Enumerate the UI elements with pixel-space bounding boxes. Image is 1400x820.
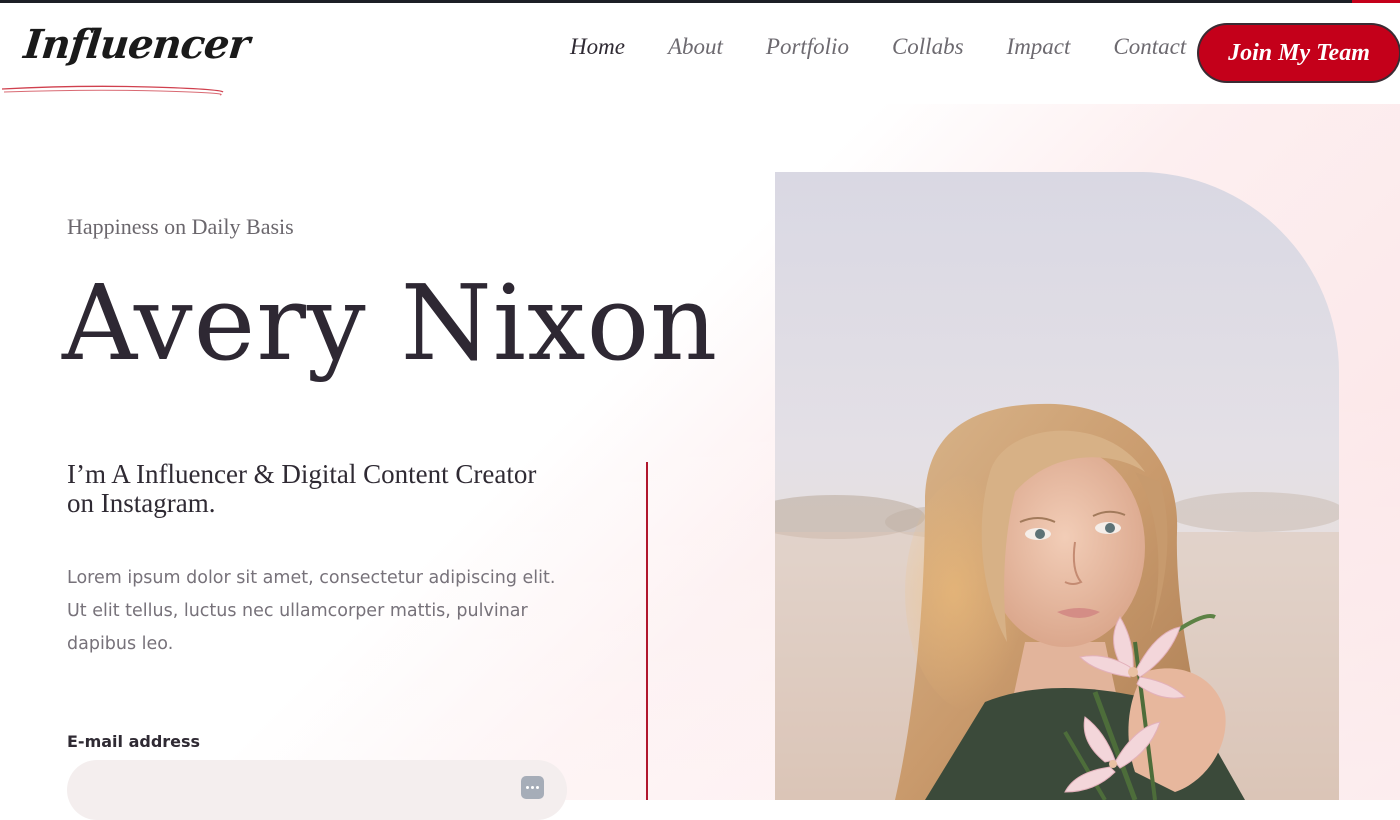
more-dots-icon[interactable] (521, 776, 544, 799)
nav-portfolio[interactable]: Portfolio (766, 33, 849, 61)
hero-subheading: I’m A Influencer & Digital Content Creat… (67, 459, 537, 518)
nav-impact[interactable]: Impact (1007, 33, 1071, 61)
vertical-divider (646, 462, 648, 800)
join-my-team-button[interactable]: Join My Team (1199, 25, 1399, 81)
nav-home[interactable]: Home (570, 33, 625, 61)
logo-underline (1, 85, 224, 96)
nav-collabs[interactable]: Collabs (892, 33, 964, 61)
nav-contact[interactable]: Contact (1113, 33, 1186, 61)
site-logo[interactable]: Influencer (22, 21, 252, 68)
hero-tagline: Happiness on Daily Basis (67, 214, 294, 239)
email-label: E-mail address (67, 732, 201, 751)
hero-description: Lorem ipsum dolor sit amet, consectetur … (67, 568, 556, 654)
email-input[interactable] (67, 760, 567, 820)
main-nav: Home About Portfolio Collabs Impact Cont… (570, 33, 1186, 61)
hero-name: Avery Nixon (62, 262, 719, 384)
site-header: Influencer Home About Portfolio Collabs … (0, 3, 1400, 104)
nav-about[interactable]: About (668, 33, 723, 61)
hero-portrait-photo (775, 172, 1339, 800)
